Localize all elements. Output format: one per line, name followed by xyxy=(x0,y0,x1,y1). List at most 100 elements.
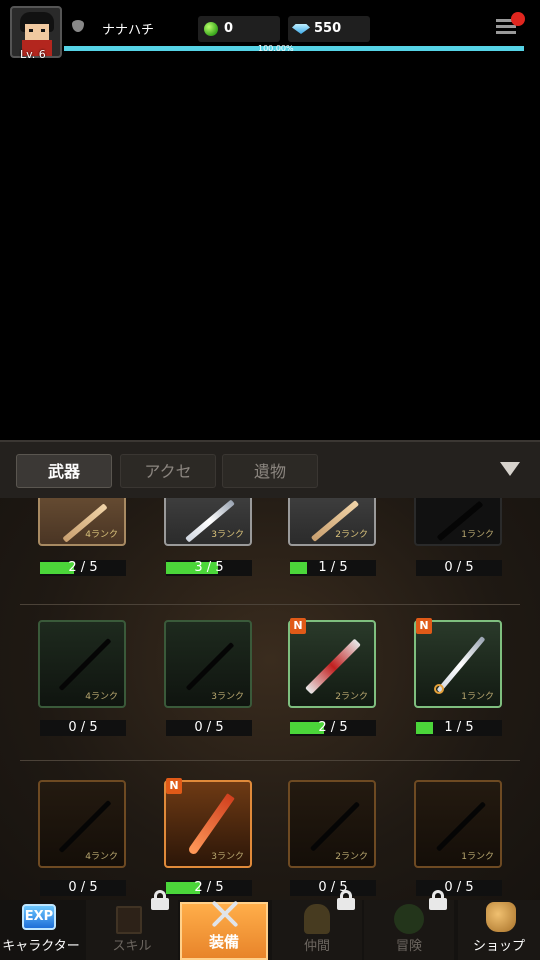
weapon-card[interactable]: 1ランク xyxy=(414,498,502,546)
player-name: ナナハチ xyxy=(102,23,155,38)
nav-label: スキル xyxy=(112,939,152,954)
xp-bar-fill xyxy=(64,46,524,51)
new-badge: N xyxy=(290,618,306,634)
nav-label: 冒険 xyxy=(395,939,422,954)
xp-bar xyxy=(64,46,524,51)
weapon-count: 3 / 5 xyxy=(166,560,252,576)
crossed-swords-icon xyxy=(206,896,242,932)
bottom-nav: EXP キャラクター スキル 装備 仲間 冒険 ショップ xyxy=(0,890,540,960)
menu-line-icon xyxy=(496,31,516,34)
diamond-icon xyxy=(292,24,310,34)
equipment-tabbar: 武器 アクセ 遺物 xyxy=(0,442,540,498)
row-divider xyxy=(20,760,520,761)
rank-label: 2ランク xyxy=(335,852,368,862)
rank-label: 2ランク xyxy=(335,692,368,702)
new-badge: N xyxy=(416,618,432,634)
weapon-card[interactable]: 4ランク xyxy=(38,620,126,708)
avatar-eyes xyxy=(29,29,45,32)
lock-icon xyxy=(150,890,170,910)
tree-icon xyxy=(394,904,424,934)
weapon-count: 0 / 5 xyxy=(40,720,126,736)
player-level: Lv. 6 xyxy=(20,48,46,61)
weapon-count: 2 / 5 xyxy=(40,560,126,576)
lock-body xyxy=(337,898,355,910)
rank-label: 4ランク xyxy=(85,852,118,862)
nav-label: ショップ xyxy=(472,939,525,954)
skill-book-icon xyxy=(116,906,142,934)
rank-label: 3ランク xyxy=(211,852,244,862)
row-divider xyxy=(20,604,520,605)
nav-shop[interactable]: ショップ xyxy=(458,900,540,960)
top-hud: Lv. 6 ナナハチ 0 550 100.00% xyxy=(0,0,540,61)
diamond-counter[interactable]: 550 xyxy=(288,16,370,42)
weapon-card[interactable]: 2ランク xyxy=(288,780,376,868)
weapon-card[interactable]: 3ランク xyxy=(164,498,252,546)
weapon-card[interactable]: 4ランク xyxy=(38,780,126,868)
count-text: 1 / 5 xyxy=(444,720,474,735)
weapon-count: 1 / 5 xyxy=(416,720,502,736)
sort-dropdown-icon[interactable] xyxy=(500,462,520,476)
gem-count: 0 xyxy=(224,21,234,36)
gem-counter[interactable]: 0 xyxy=(198,16,280,42)
avatar-face xyxy=(25,24,49,40)
count-text: 2 / 5 xyxy=(318,720,348,735)
locked-sword-silhouette-icon xyxy=(58,637,112,692)
notification-dot-icon xyxy=(511,12,525,26)
count-text: 3 / 5 xyxy=(194,560,224,575)
green-gem-icon xyxy=(204,22,218,36)
weapon-grid[interactable]: 4ランク 3ランク 2ランク 1ランク 2 / 5 3 / 5 1 / 5 0 … xyxy=(0,498,540,902)
rapier-guard-icon xyxy=(434,684,444,694)
rank-label: 1ランク xyxy=(461,852,494,862)
nav-label: キャラクター xyxy=(2,939,80,954)
lock-body xyxy=(151,898,169,910)
weapon-card[interactable]: 3ランク xyxy=(164,620,252,708)
lock-icon xyxy=(336,890,356,910)
nav-character[interactable]: EXP キャラクター xyxy=(0,900,82,960)
nav-equipment[interactable]: 装備 xyxy=(180,900,268,960)
weapon-count: 0 / 5 xyxy=(166,720,252,736)
nav-label: 装備 xyxy=(208,933,239,951)
rank-label: 2ランク xyxy=(335,530,368,540)
rank-label: 3ランク xyxy=(211,530,244,540)
bloody-blade-icon xyxy=(305,638,361,695)
count-text: 2 / 5 xyxy=(68,560,98,575)
rank-label: 1ランク xyxy=(461,692,494,702)
tab-accessories[interactable]: アクセ xyxy=(120,454,216,488)
lock-icon xyxy=(428,890,448,910)
nav-label: 仲間 xyxy=(303,939,330,954)
weapon-count: 0 / 5 xyxy=(290,880,376,896)
companion-icon xyxy=(304,904,330,934)
count-text: 0 / 5 xyxy=(444,560,474,575)
rapier-icon xyxy=(436,636,486,693)
guild-shield-icon xyxy=(72,20,84,32)
count-text: 0 / 5 xyxy=(68,880,98,895)
locked-sword-silhouette-icon xyxy=(185,642,235,691)
gold-bag-icon xyxy=(486,902,516,932)
xp-percent: 100.00% xyxy=(258,44,294,53)
weapon-card[interactable]: 4ランク xyxy=(38,498,126,546)
exp-icon: EXP xyxy=(22,904,56,930)
count-text: 1 / 5 xyxy=(318,560,348,575)
weapon-count: 2 / 5 xyxy=(166,880,252,896)
rank-label: 4ランク xyxy=(85,692,118,702)
equipment-panel: 武器 アクセ 遺物 4ランク 3ランク 2ランク 1ランク 2 / 5 3 / xyxy=(0,440,540,902)
weapon-card[interactable]: 1ランク xyxy=(414,780,502,868)
count-progress-fill xyxy=(290,562,307,574)
count-text: 0 / 5 xyxy=(194,720,224,735)
diamond-count: 550 xyxy=(314,21,342,36)
lock-body xyxy=(429,898,447,910)
weapon-count: 0 / 5 xyxy=(416,560,502,576)
locked-sword-silhouette-icon xyxy=(435,801,487,852)
weapon-card[interactable]: 2ランク xyxy=(288,498,376,546)
tab-weapons[interactable]: 武器 xyxy=(16,454,112,488)
weapon-count: 0 / 5 xyxy=(40,880,126,896)
rank-label: 3ランク xyxy=(211,692,244,702)
tab-relics[interactable]: 遺物 xyxy=(222,454,318,488)
count-text: 0 / 5 xyxy=(444,880,474,895)
weapon-count: 1 / 5 xyxy=(290,560,376,576)
locked-sword-silhouette-icon xyxy=(58,799,112,854)
weapon-count: 2 / 5 xyxy=(290,720,376,736)
menu-line-icon xyxy=(496,25,516,28)
new-badge: N xyxy=(166,778,182,794)
locked-sword-silhouette-icon xyxy=(309,801,361,852)
